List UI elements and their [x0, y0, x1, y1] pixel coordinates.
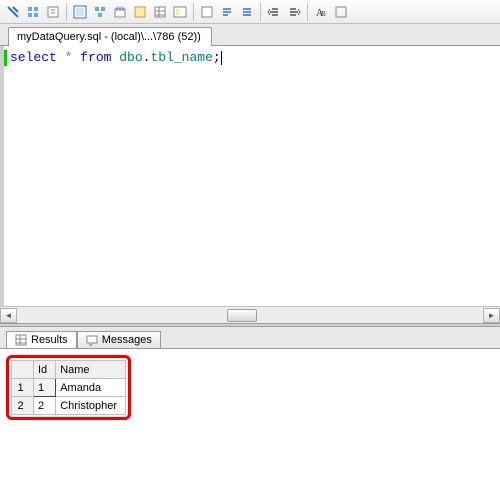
- uncomment-icon[interactable]: [238, 3, 256, 21]
- annotation-highlight: Id Name 1 1 Amanda 2 2 Christopher: [6, 355, 131, 420]
- scroll-right-icon[interactable]: ►: [483, 308, 500, 323]
- specify-values-icon[interactable]: [332, 3, 350, 21]
- execute-icon[interactable]: [4, 3, 22, 21]
- editor-horizontal-scrollbar[interactable]: ◄ ►: [0, 306, 500, 323]
- results-tab-strip: Results Messages: [0, 327, 500, 349]
- cell-name[interactable]: Amanda: [56, 379, 126, 397]
- tab-results-label: Results: [31, 334, 68, 346]
- schema-name: dbo: [119, 50, 142, 65]
- scroll-left-icon[interactable]: ◄: [0, 308, 17, 323]
- tab-messages[interactable]: Messages: [77, 331, 161, 349]
- debug-icon[interactable]: [24, 3, 42, 21]
- grid-header-row: Id Name: [12, 361, 126, 379]
- row-header[interactable]: 1: [12, 379, 34, 397]
- cell-id[interactable]: 2: [34, 397, 56, 415]
- sql-editor[interactable]: select * from dbo.tbl_name;: [0, 46, 500, 306]
- results-text-icon[interactable]: [171, 3, 189, 21]
- text-cursor: [221, 51, 222, 65]
- intellisense-icon[interactable]: [111, 3, 129, 21]
- grid-corner[interactable]: [12, 361, 34, 379]
- col-header-id[interactable]: Id: [34, 361, 56, 379]
- cell-name[interactable]: Christopher: [56, 397, 126, 415]
- results-grid-icon[interactable]: [151, 3, 169, 21]
- indent-dec-icon[interactable]: [265, 3, 283, 21]
- sqlcmd-icon[interactable]: [131, 3, 149, 21]
- svg-text:B: B: [321, 10, 326, 18]
- messages-tab-icon: [86, 334, 98, 346]
- indent-inc-icon[interactable]: [285, 3, 303, 21]
- code-line: select * from dbo.tbl_name;: [10, 50, 494, 65]
- file-tab-title: myDataQuery.sql - (local)\...\786 (52)): [17, 31, 201, 43]
- file-tab-strip: myDataQuery.sql - (local)\...\786 (52)): [0, 24, 500, 46]
- table-name: tbl_name: [150, 50, 212, 65]
- comment-icon[interactable]: [218, 3, 236, 21]
- results-grid-tab-icon: [15, 334, 27, 346]
- kw-from: from: [80, 50, 111, 65]
- scroll-thumb[interactable]: [227, 309, 257, 322]
- col-header-name[interactable]: Name: [56, 361, 126, 379]
- format-icon[interactable]: AB: [312, 3, 330, 21]
- query-options-icon[interactable]: [91, 3, 109, 21]
- toolbar: AB: [0, 0, 500, 24]
- results-pane: Results Messages Id Name 1 1 Amanda 2: [0, 327, 500, 429]
- results-grid-container: Id Name 1 1 Amanda 2 2 Christopher: [0, 349, 500, 429]
- tab-results[interactable]: Results: [6, 331, 77, 349]
- row-header[interactable]: 2: [12, 397, 34, 415]
- results-grid[interactable]: Id Name 1 1 Amanda 2 2 Christopher: [11, 360, 126, 415]
- tab-messages-label: Messages: [102, 334, 152, 346]
- scroll-track[interactable]: [17, 308, 483, 323]
- kw-select: select: [10, 50, 57, 65]
- parse-icon[interactable]: [44, 3, 62, 21]
- table-row[interactable]: 2 2 Christopher: [12, 397, 126, 415]
- line-change-indicator: [4, 50, 7, 66]
- results-file-icon[interactable]: [198, 3, 216, 21]
- display-plan-icon[interactable]: [71, 3, 89, 21]
- star: *: [57, 50, 80, 65]
- cell-id[interactable]: 1: [34, 379, 56, 397]
- table-row[interactable]: 1 1 Amanda: [12, 379, 126, 397]
- file-tab[interactable]: myDataQuery.sql - (local)\...\786 (52)): [8, 27, 212, 46]
